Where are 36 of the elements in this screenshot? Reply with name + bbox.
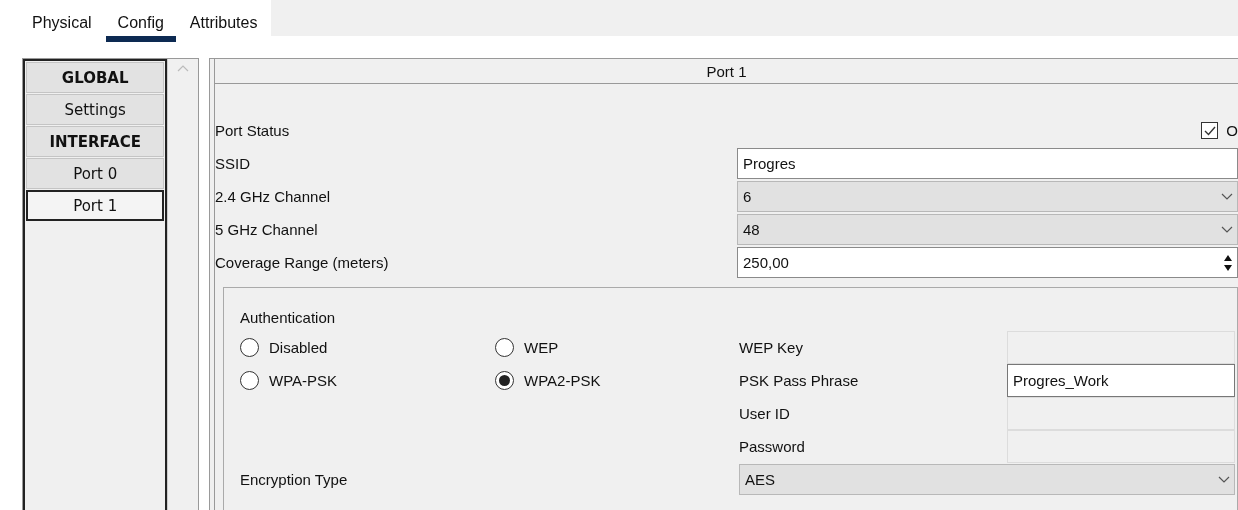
input-field[interactable]: Progres bbox=[737, 148, 1238, 179]
chevron-down-icon bbox=[1221, 193, 1233, 200]
spin-field[interactable]: 250,00 bbox=[737, 247, 1238, 278]
field-label: Coverage Range (meters) bbox=[215, 253, 390, 273]
field-label: WEP Key bbox=[739, 338, 804, 358]
field-label: User ID bbox=[739, 404, 791, 424]
tab[interactable]: Config bbox=[105, 8, 176, 42]
tab[interactable]: Physical bbox=[20, 8, 104, 42]
input-field[interactable]: Progres_Work bbox=[1007, 364, 1235, 397]
checkbox-label: O bbox=[1226, 121, 1238, 141]
field-label: Port Status bbox=[215, 121, 291, 141]
dropdown[interactable]: AES bbox=[739, 464, 1235, 495]
dropdown[interactable]: 48 bbox=[737, 214, 1238, 245]
field-label: 2.4 GHz Channel bbox=[215, 187, 332, 207]
field-label: Password bbox=[739, 437, 806, 457]
panel-title: Port 1 bbox=[215, 59, 1238, 84]
radio-button[interactable]: Disabled bbox=[240, 338, 495, 357]
radio-button[interactable]: WPA2-PSK bbox=[495, 371, 739, 390]
field-label: SSID bbox=[215, 154, 251, 174]
sidebar-item[interactable]: Port 1 bbox=[26, 190, 165, 221]
section-header[interactable]: GLOBAL bbox=[26, 62, 165, 93]
group-title: Authentication bbox=[240, 309, 337, 328]
dropdown[interactable]: 6 bbox=[737, 181, 1238, 212]
sidebar-item[interactable]: Settings bbox=[26, 94, 165, 125]
checkbox[interactable] bbox=[1201, 122, 1219, 139]
chevron-down-icon bbox=[1218, 476, 1230, 483]
sidebar-item[interactable]: Port 0 bbox=[26, 158, 165, 189]
radio-button[interactable]: WEP bbox=[495, 338, 739, 357]
field-label: Encryption Type bbox=[240, 470, 349, 490]
scroll-up-icon[interactable] bbox=[177, 65, 190, 72]
section-header[interactable]: INTERFACE bbox=[26, 126, 165, 157]
tab[interactable]: Attributes bbox=[177, 8, 270, 42]
field-label: PSK Pass Phrase bbox=[739, 371, 860, 391]
field-label: 5 GHz Channel bbox=[215, 220, 319, 240]
radio-button[interactable]: WPA-PSK bbox=[240, 371, 495, 390]
chevron-down-icon bbox=[1221, 226, 1233, 233]
